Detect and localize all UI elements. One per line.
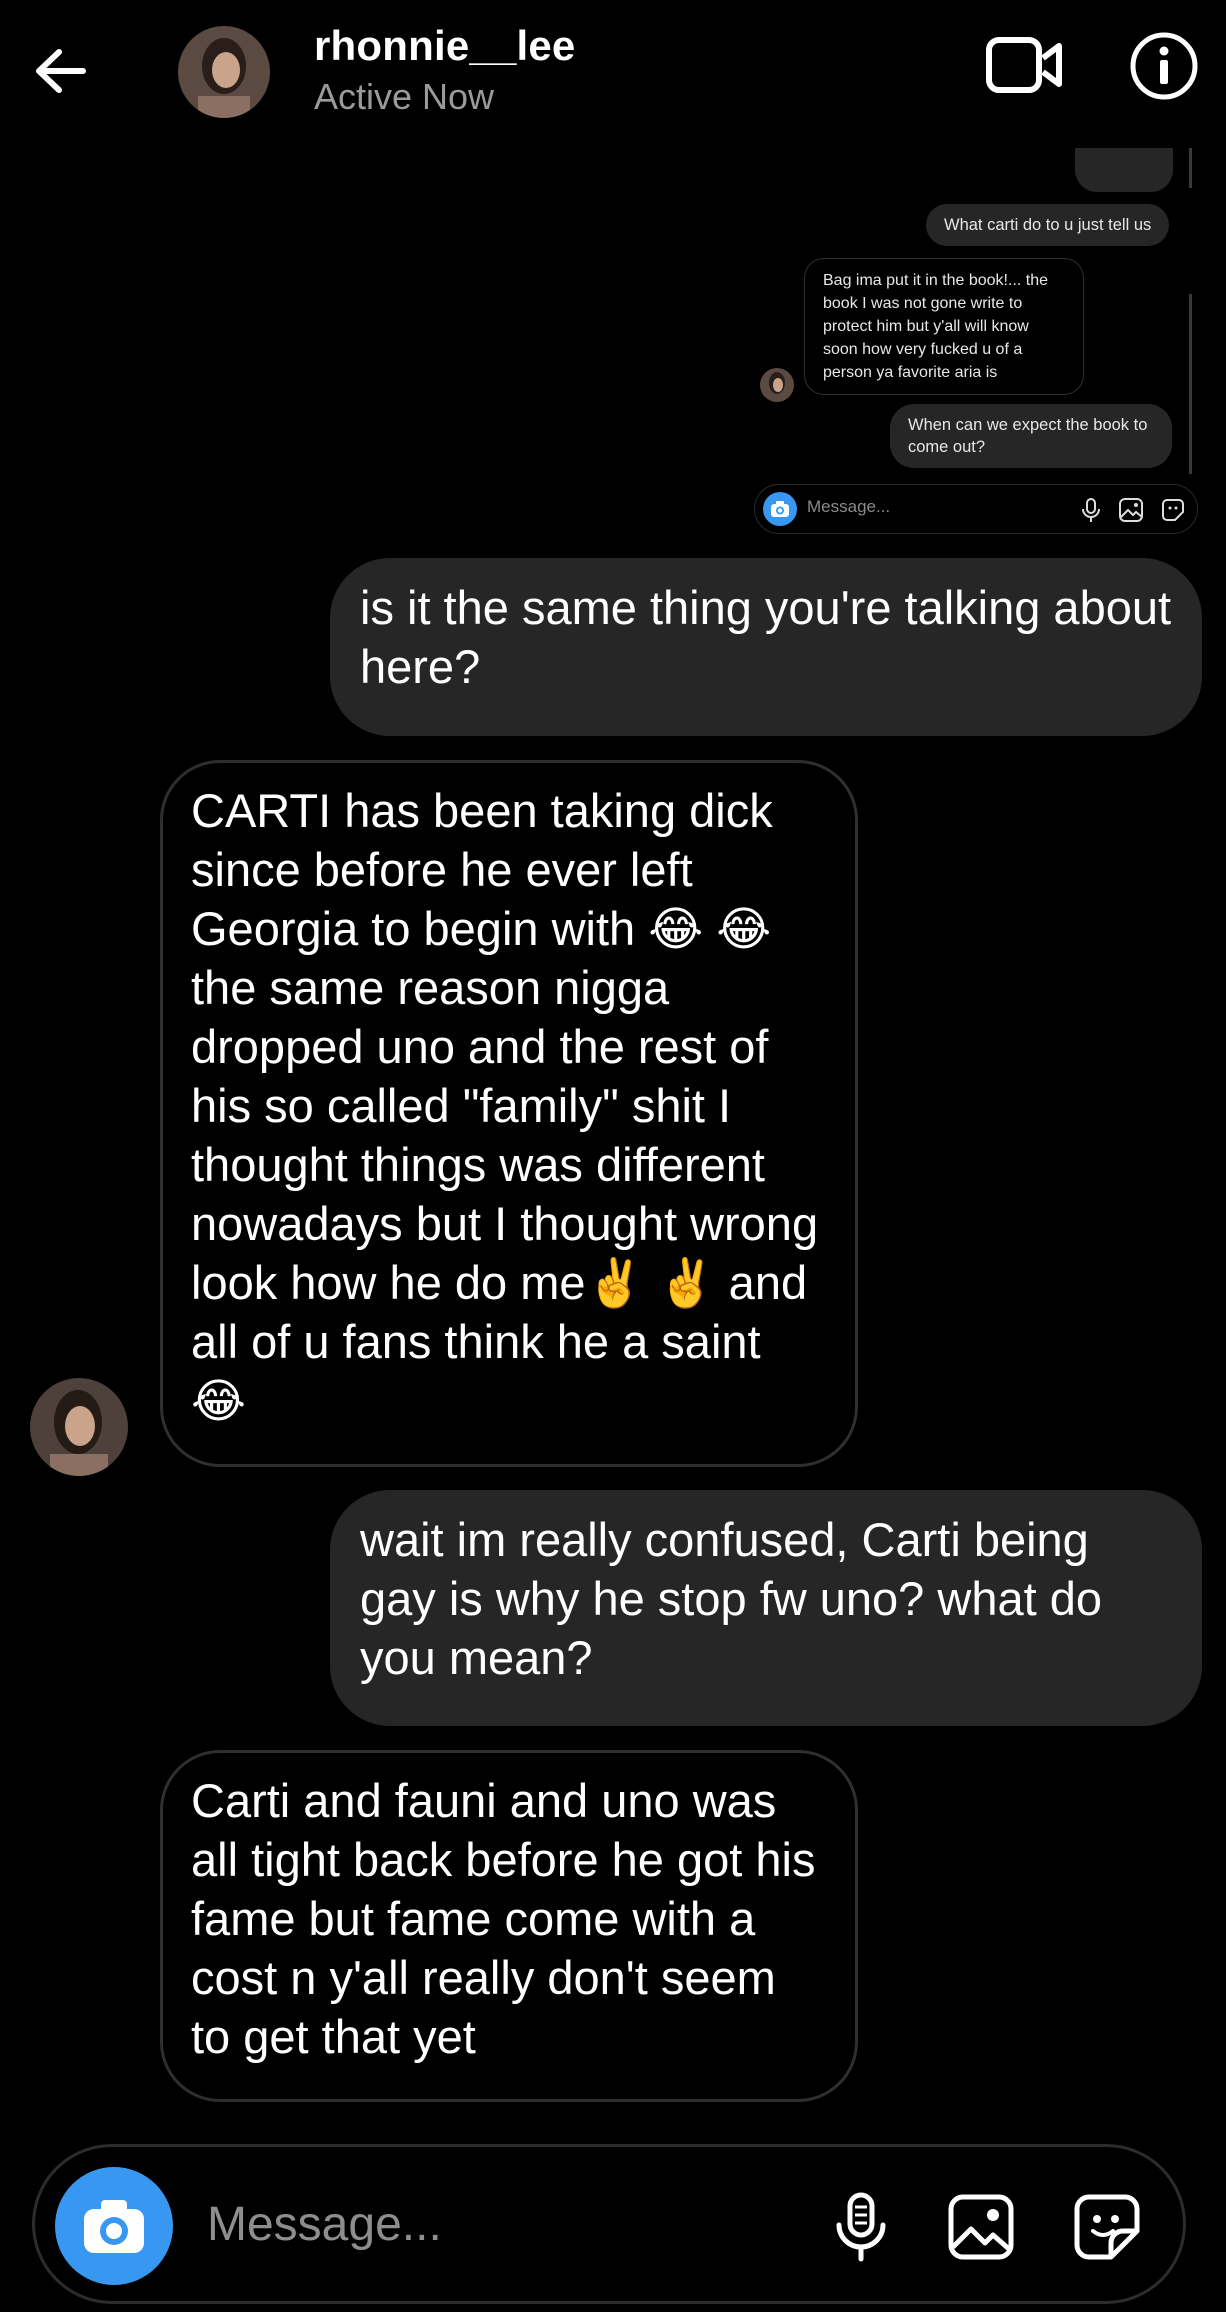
shared-screenshot[interactable]: What carti do to u just tell us Bag ima … [740,148,1198,538]
avatar [760,368,794,402]
scrollbar [1189,148,1192,188]
camera-icon[interactable] [55,2167,173,2285]
embedded-message-input: Message... [754,484,1198,534]
avatar[interactable] [30,1378,128,1476]
chat-header: rhonnie__lee Active Now [0,0,1226,140]
back-arrow-icon[interactable] [30,36,90,106]
info-icon[interactable] [1128,30,1200,102]
active-status: Active Now [314,76,495,117]
received-message[interactable]: CARTI has been taking dick since before … [160,760,858,1467]
message-input[interactable]: Message... [207,2197,442,2252]
camera-icon [763,492,797,526]
avatar[interactable] [178,26,270,118]
embedded-placeholder: Message... [807,497,891,516]
username[interactable]: rhonnie__lee [314,22,576,70]
sent-message[interactable]: wait im really confused, Carti being gay… [330,1490,1202,1726]
gallery-icon [1117,496,1145,524]
message-composer[interactable]: Message... [32,2144,1186,2304]
scrollbar [1189,294,1192,474]
sticker-icon[interactable] [1071,2191,1143,2263]
sent-message[interactable]: is it the same thing you're talking abou… [330,558,1202,736]
embedded-received-message: Bag ima put it in the book!... the book … [804,258,1084,395]
microphone-icon [1077,496,1105,524]
gallery-icon[interactable] [945,2191,1017,2263]
sticker-icon [1159,496,1187,524]
embedded-sent-message: What carti do to u just tell us [926,204,1170,246]
microphone-icon[interactable] [825,2191,897,2263]
video-call-icon[interactable] [985,30,1065,100]
embedded-sent-message: When can we expect the book to come out? [890,404,1172,468]
received-message[interactable]: Carti and fauni and uno was all tight ba… [160,1750,858,2102]
cropped-bubble [1075,148,1173,192]
